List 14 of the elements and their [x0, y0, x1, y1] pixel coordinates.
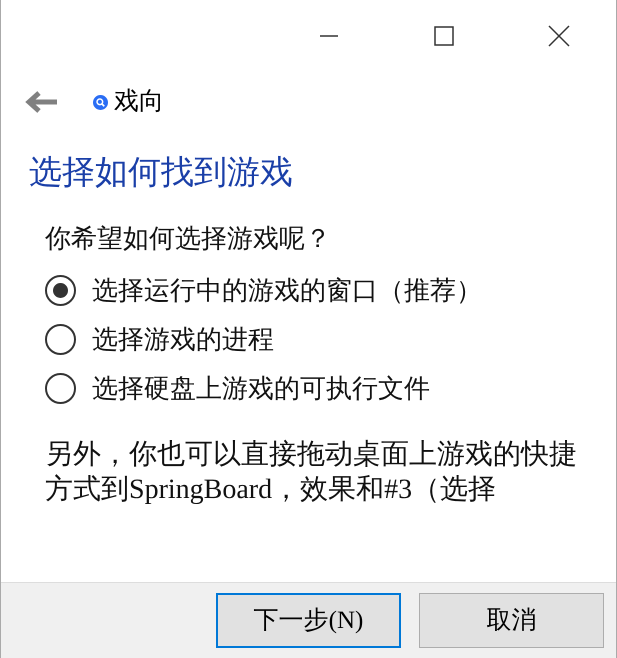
option-label[interactable]: 选择硬盘上游戏的可执行文件 — [92, 368, 430, 408]
page-heading: 选择如何找到游戏 — [29, 152, 294, 192]
search-icon — [93, 94, 108, 110]
back-arrow-icon[interactable] — [25, 91, 59, 113]
radio-button[interactable] — [45, 372, 76, 404]
radio-button[interactable] — [45, 274, 76, 306]
cancel-button[interactable]: 取消 — [419, 593, 604, 648]
option-label[interactable]: 选择运行中的游戏的窗口（推荐） — [92, 270, 482, 310]
radio-button[interactable] — [45, 324, 76, 355]
note-text: 另外，你也可以直接拖动桌面上游戏的快捷方式到SpringBoard，效果和#3（选择 — [45, 438, 578, 507]
next-button[interactable]: 下一步(N) — [216, 593, 401, 648]
option-label[interactable]: 选择游戏的进程 — [92, 320, 274, 359]
window-title: 戏向 — [114, 86, 164, 118]
question-text: 你希望如何选择游戏呢？ — [45, 222, 332, 255]
